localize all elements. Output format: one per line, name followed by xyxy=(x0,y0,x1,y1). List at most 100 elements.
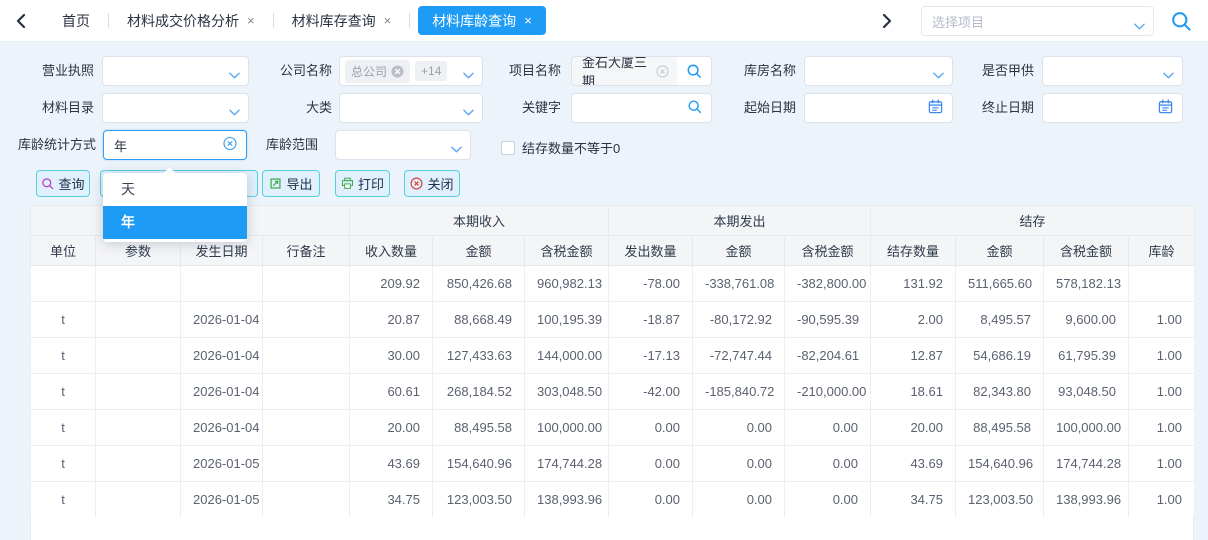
table-row[interactable]: t2026-01-0420.0088,495.58100,000.000.000… xyxy=(31,410,1195,446)
calendar-icon[interactable] xyxy=(928,99,943,117)
table-row[interactable]: t2026-01-0430.00127,433.63144,000.00-17.… xyxy=(31,338,1195,374)
table-column-header[interactable]: 库龄 xyxy=(1129,236,1195,266)
close-button[interactable]: 关闭 xyxy=(404,170,460,197)
table-column-header[interactable]: 含税金额 xyxy=(1044,236,1129,266)
table-cell: 0.00 xyxy=(609,410,693,446)
table-cell xyxy=(96,302,181,338)
table-cell: -338,761.08 xyxy=(693,266,785,302)
dropdown-option-year[interactable]: 年 xyxy=(103,206,247,239)
table-cell: -18.87 xyxy=(609,302,693,338)
print-button[interactable]: 打印 xyxy=(335,170,390,197)
tab-close-icon[interactable]: × xyxy=(524,13,532,28)
table-group-header: 结存 xyxy=(871,206,1195,236)
table-cell: t xyxy=(31,338,96,374)
warehouse-name-select[interactable] xyxy=(804,56,953,86)
chevron-down-icon xyxy=(463,67,474,82)
table-column-header[interactable]: 含税金额 xyxy=(525,236,609,266)
export-button[interactable]: 导出 xyxy=(262,170,320,197)
table-cell: 88,668.49 xyxy=(433,302,525,338)
table-cell: 1.00 xyxy=(1129,302,1195,338)
table-cell: -78.00 xyxy=(609,266,693,302)
query-button[interactable]: 查询 xyxy=(36,170,90,197)
table-column-header[interactable]: 结存数量 xyxy=(871,236,956,266)
tab-material-price-analysis[interactable]: 材料成交价格分析 × xyxy=(109,0,273,42)
tab-close-icon[interactable]: × xyxy=(247,13,255,28)
search-icon[interactable] xyxy=(687,99,702,117)
tag-close-icon[interactable] xyxy=(391,65,404,78)
tab-label: 材料成交价格分析 xyxy=(127,11,239,31)
table-cell: 138,993.96 xyxy=(1044,482,1129,518)
nonzero-balance-checkbox-wrap[interactable]: 结存数量不等于0 xyxy=(501,138,620,157)
table-column-header[interactable]: 发出数量 xyxy=(609,236,693,266)
chevron-down-icon xyxy=(229,104,240,119)
table-cell: -42.00 xyxy=(609,374,693,410)
project-name-input[interactable]: 金石大厦三期 xyxy=(571,56,712,86)
table-column-header[interactable]: 含税金额 xyxy=(785,236,871,266)
chevron-down-icon xyxy=(229,67,240,82)
keyword-input[interactable] xyxy=(571,93,712,123)
table-cell: 154,640.96 xyxy=(956,446,1044,482)
table-cell: 0.00 xyxy=(693,446,785,482)
age-range-select[interactable] xyxy=(335,130,471,160)
print-button-label: 打印 xyxy=(358,174,384,193)
table-row[interactable]: t2026-01-0460.61268,184.52303,048.50-42.… xyxy=(31,374,1195,410)
checkbox-icon[interactable] xyxy=(501,141,515,155)
table-cell: 174,744.28 xyxy=(525,446,609,482)
tab-material-stock-query[interactable]: 材料库存查询 × xyxy=(274,0,410,42)
table-cell: 88,495.58 xyxy=(956,410,1044,446)
table-cell xyxy=(96,338,181,374)
table-cell: 0.00 xyxy=(785,446,871,482)
chevron-left-icon[interactable] xyxy=(10,10,32,32)
search-icon[interactable] xyxy=(677,57,711,85)
chevron-down-icon xyxy=(933,67,944,82)
table-cell: 0.00 xyxy=(785,482,871,518)
table-cell: 2026-01-04 xyxy=(181,410,263,446)
table-column-header[interactable]: 单位 xyxy=(31,236,96,266)
table-column-header[interactable]: 金额 xyxy=(693,236,785,266)
table-column-header[interactable]: 金额 xyxy=(433,236,525,266)
table-cell: t xyxy=(31,482,96,518)
table-column-header[interactable]: 收入数量 xyxy=(350,236,433,266)
table-row[interactable]: 209.92850,426.68960,982.13-78.00-338,761… xyxy=(31,266,1195,302)
clear-icon[interactable] xyxy=(223,137,237,154)
table-cell: 2026-01-04 xyxy=(181,338,263,374)
table-cell: 123,003.50 xyxy=(956,482,1044,518)
dropdown-option-day[interactable]: 天 xyxy=(103,173,247,206)
table-cell: -17.13 xyxy=(609,338,693,374)
tab-home[interactable]: 首页 xyxy=(44,0,108,42)
tab-close-icon[interactable]: × xyxy=(384,13,392,28)
age-table: 本期收入本期发出结存单位参数发生日期行备注收入数量金额含税金额发出数量金额含税金… xyxy=(30,205,1195,518)
search-icon[interactable] xyxy=(1170,10,1192,32)
tab-material-age-query[interactable]: 材料库龄查询× xyxy=(418,6,546,35)
start-date-input[interactable] xyxy=(804,93,953,123)
calendar-icon[interactable] xyxy=(1158,99,1173,117)
table-column-header[interactable]: 行备注 xyxy=(263,236,350,266)
table-cell: 131.92 xyxy=(871,266,956,302)
business-license-select[interactable] xyxy=(102,56,249,86)
start-date-label: 起始日期 xyxy=(726,93,796,123)
keyword-label: 关键字 xyxy=(495,93,561,123)
chevron-down-icon xyxy=(451,141,462,156)
table-cell: 1.00 xyxy=(1129,482,1195,518)
project-select[interactable]: 选择项目 xyxy=(921,6,1154,36)
age-stat-method-input[interactable]: 年 xyxy=(103,130,247,160)
owner-supplied-select[interactable] xyxy=(1042,56,1183,86)
table-cell: 30.00 xyxy=(350,338,433,374)
table-cell xyxy=(96,266,181,302)
company-name-select[interactable]: 总公司 +14 xyxy=(339,56,483,86)
table-row[interactable]: t2026-01-0543.69154,640.96174,744.280.00… xyxy=(31,446,1195,482)
major-category-select[interactable] xyxy=(339,93,483,123)
table-cell: 60.61 xyxy=(350,374,433,410)
chevron-right-icon[interactable] xyxy=(876,10,898,32)
material-catalog-select[interactable] xyxy=(102,93,249,123)
table-column-header[interactable]: 金额 xyxy=(956,236,1044,266)
table-row[interactable]: t2026-01-0534.75123,003.50138,993.960.00… xyxy=(31,482,1195,518)
end-date-input[interactable] xyxy=(1042,93,1183,123)
end-date-label: 终止日期 xyxy=(962,93,1034,123)
table-row[interactable]: t2026-01-0420.8788,668.49100,195.39-18.8… xyxy=(31,302,1195,338)
clear-icon[interactable] xyxy=(656,65,669,78)
table-cell: 2.00 xyxy=(871,302,956,338)
company-name-label: 公司名称 xyxy=(260,56,332,86)
tab-label: 材料库存查询 xyxy=(292,11,376,31)
table-cell: 268,184.52 xyxy=(433,374,525,410)
